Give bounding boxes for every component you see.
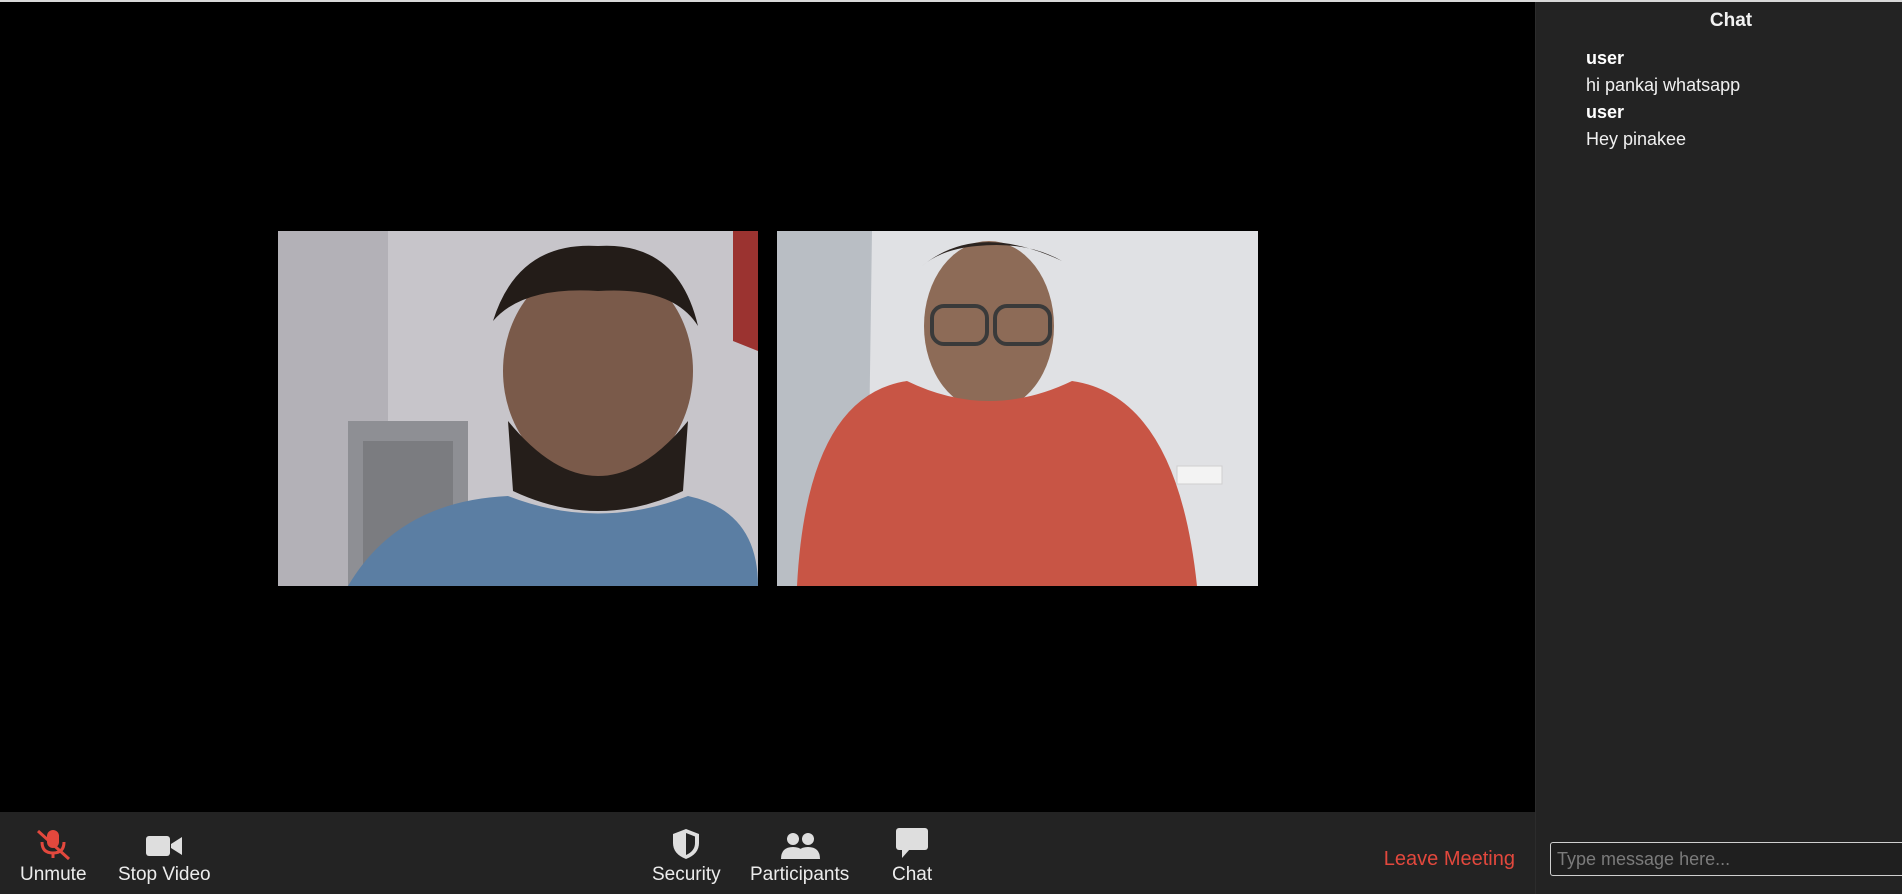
participant-2-video-frame [777,231,1258,586]
chat-message-text: Hey pinakee [1586,129,1687,149]
chat-label: Chat [892,864,933,885]
participants-icon [780,826,820,860]
participants-label: Participants [750,864,850,885]
shield-icon [671,826,701,860]
stop-video-label: Stop Video [118,864,211,885]
chat-button[interactable]: Chat [892,826,932,886]
participants-button[interactable]: Participants [750,826,849,886]
microphone-muted-icon [33,826,73,860]
leave-meeting-button[interactable]: Leave Meeting [1384,848,1515,871]
unmute-button[interactable]: Unmute [20,826,87,886]
participant-1-video-frame [278,231,758,586]
chat-message-text: hi pankaj whatsapp [1586,75,1741,95]
video-stage [0,2,1535,812]
chat-bubble-icon [894,826,930,860]
meeting-window: Unmute Stop Video Security Participants … [0,0,1902,894]
chat-message: user hi pankaj whatsapp [1586,48,1896,96]
video-tile-participant-2[interactable] [777,231,1258,586]
chat-message-sender: user [1586,48,1625,68]
chat-message-input[interactable] [1550,842,1902,876]
chat-panel-title: Chat [1709,10,1753,31]
chat-message-list: user hi pankaj whatsapp user Hey pinakee [1586,46,1896,156]
meeting-controls-bar: Unmute Stop Video Security Participants … [0,812,1535,894]
video-tile-participant-1[interactable] [278,231,758,586]
security-button[interactable]: Security [652,826,721,886]
chat-message-sender: user [1586,102,1625,122]
chat-message: user Hey pinakee [1586,102,1896,150]
chat-panel: Chat user hi pankaj whatsapp user Hey pi… [1535,2,1902,894]
video-camera-icon [145,826,183,860]
security-label: Security [652,864,721,885]
unmute-label: Unmute [20,864,87,885]
stop-video-button[interactable]: Stop Video [118,826,211,886]
